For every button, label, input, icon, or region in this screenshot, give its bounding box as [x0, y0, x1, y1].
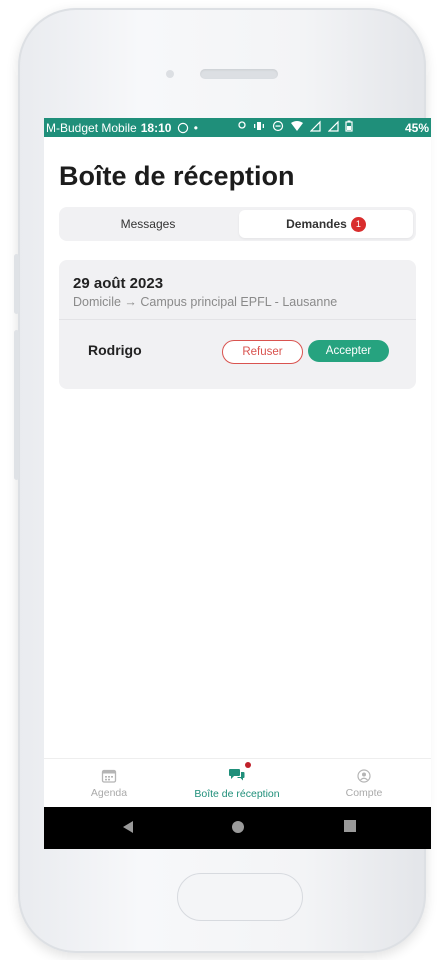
volume-up-button [14, 254, 19, 314]
earpiece-speaker [200, 69, 278, 79]
refuse-button[interactable]: Refuser [222, 340, 303, 364]
hardware-home-button[interactable] [177, 873, 303, 921]
bottom-navigation: Agenda Boîte de réception Compte [44, 758, 431, 808]
whatsapp-icon [178, 122, 189, 133]
vibrate-icon [254, 122, 265, 130]
tab-messages[interactable]: Messages [62, 210, 234, 238]
ride-date: 29 août 2023 [73, 275, 164, 292]
clock: 18:10 [140, 120, 172, 135]
home-icon[interactable] [231, 820, 245, 834]
page-title: Boîte de réception [59, 161, 295, 191]
battery-icon [345, 120, 353, 132]
front-camera [166, 70, 174, 78]
android-navigation-bar [44, 807, 431, 849]
nav-agenda[interactable]: Agenda [74, 759, 144, 808]
calendar-icon [101, 769, 117, 783]
tab-demandes[interactable]: Demandes 1 [239, 210, 413, 238]
tab-demandes-label: Demandes [286, 217, 347, 231]
carrier-name: M-Budget Mobile [46, 120, 137, 135]
location-icon [238, 121, 246, 129]
tab-messages-label: Messages [120, 217, 176, 231]
user-circle-icon [357, 768, 371, 783]
accept-button-label: Accepter [325, 345, 372, 357]
nav-account[interactable]: Compte [329, 759, 399, 808]
do-not-disturb-icon [272, 120, 283, 132]
nav-inbox-label: Boîte de réception [194, 788, 280, 800]
wifi-icon [291, 121, 303, 131]
chat-bubbles-icon [229, 769, 245, 781]
nav-agenda-label: Agenda [90, 786, 128, 799]
accept-button[interactable]: Accepter [308, 340, 389, 362]
nav-inbox[interactable]: Boîte de réception [174, 759, 300, 808]
system-status-icons [237, 120, 353, 135]
inbox-icon-wrapper [229, 762, 251, 788]
nav-account-label: Compte [345, 786, 383, 799]
status-bar: M-Budget Mobile 18:10 • 45% [44, 118, 431, 137]
unread-dot [245, 762, 251, 768]
card-divider [59, 319, 416, 320]
screen: M-Budget Mobile 18:10 • 45% Boîte de réc… [44, 118, 431, 849]
signal-icon [309, 120, 321, 132]
ride-route: Domicile → Campus principal EPFL - Lausa… [73, 295, 338, 309]
refuse-button-label: Refuser [242, 346, 283, 358]
requester-name: Rodrigo [88, 342, 142, 358]
back-icon[interactable] [122, 820, 134, 834]
volume-down-button [14, 330, 19, 480]
segmented-control: Messages Demandes 1 [59, 207, 416, 241]
recents-icon[interactable] [344, 820, 356, 832]
notification-icons: • [177, 121, 199, 135]
demandes-count-badge: 1 [350, 216, 366, 232]
dot-icon: • [193, 120, 199, 135]
request-card: 29 août 2023 Domicile → Campus principal… [59, 260, 416, 389]
signal-2-icon [327, 120, 339, 132]
battery-percent: 45% [404, 121, 429, 135]
